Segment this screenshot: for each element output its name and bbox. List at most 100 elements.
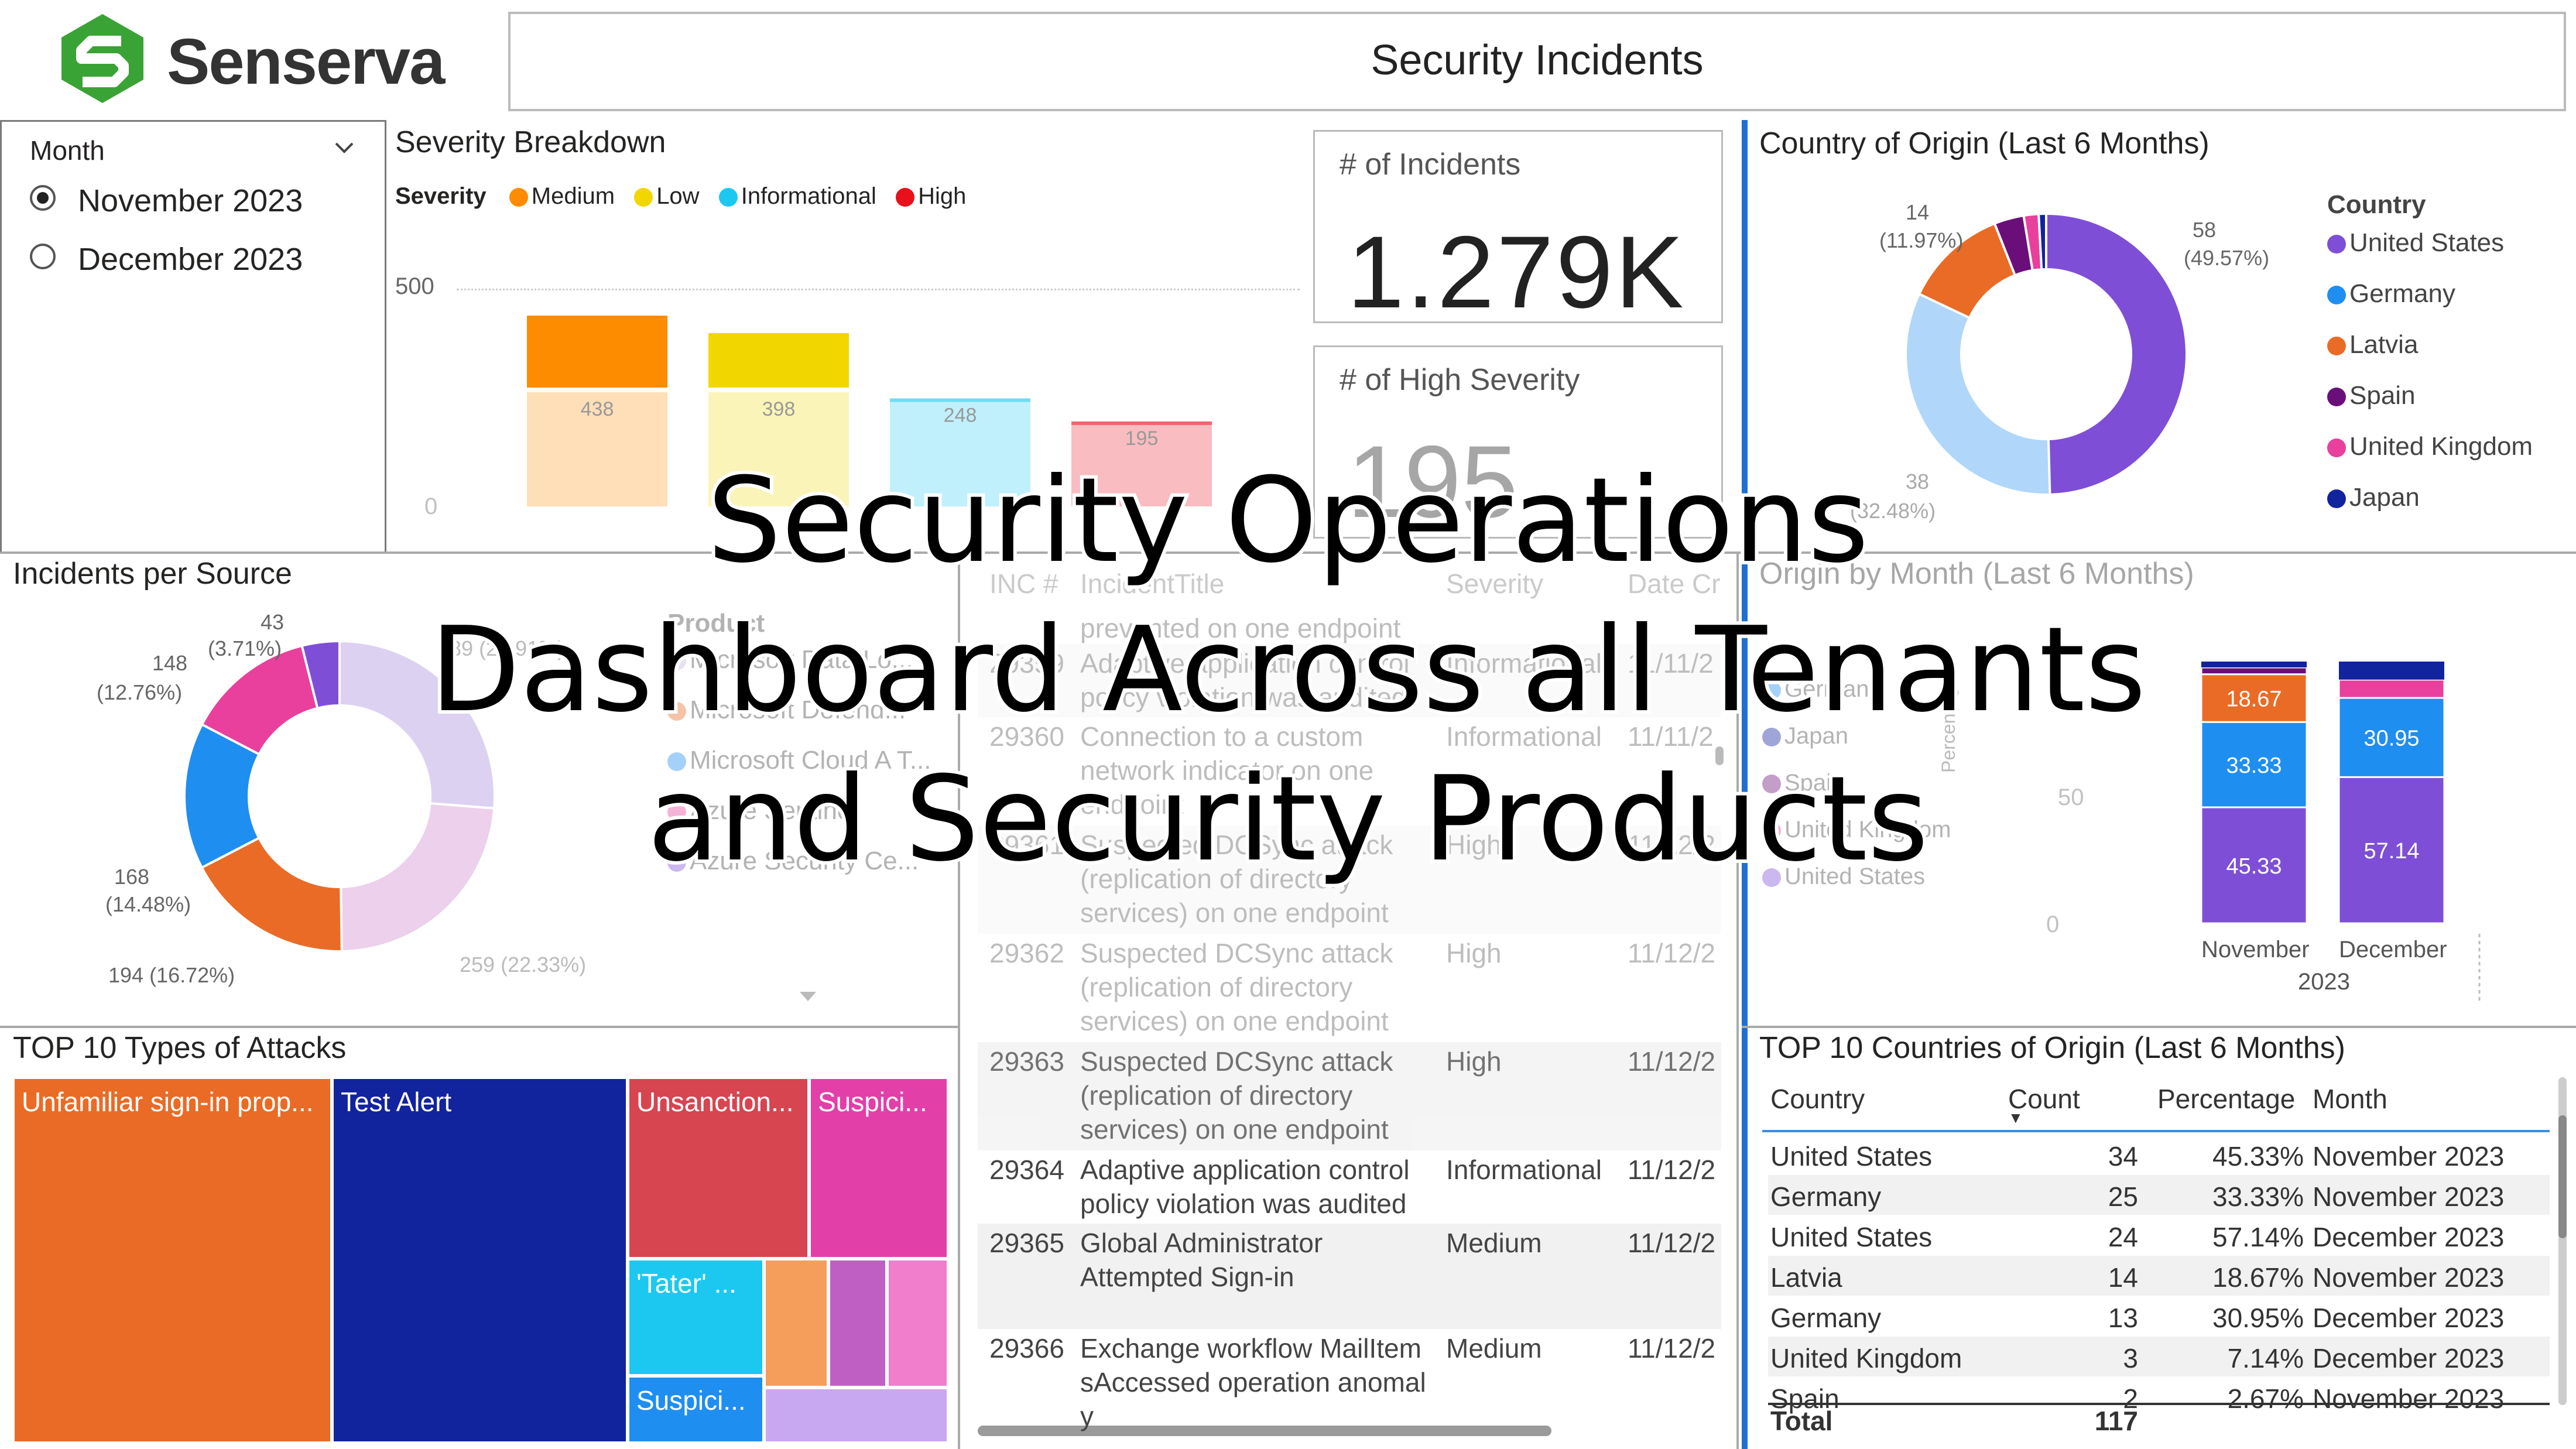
bar [527,316,667,388]
table-cell: Medium [1446,1333,1542,1364]
table-row[interactable]: 29366 Exchange workflow MailItem sAccesse… [978,1329,1721,1431]
table-cell: United States [1770,1141,1933,1171]
treemap-tile[interactable] [828,1259,887,1388]
country-legend-title: Country [2327,190,2426,219]
table-cell: 14 [2108,1262,2138,1293]
table-cell: December 2023 [2313,1222,2505,1252]
overlay-headline-line3: and Security Products [644,751,1932,888]
table-row[interactable]: United States 24 57.14% December 2023 [1768,1215,2550,1255]
table-cell: 7.14% [2227,1343,2304,1373]
data-label: (14.48%) [105,892,191,916]
table-row[interactable]: 29365 Global Administrator Attempted Sign… [978,1224,1721,1329]
table-row[interactable]: 29362 Suspected DCSync attack (replicatio… [978,934,1721,1042]
treemap-tile[interactable] [764,1259,828,1388]
month-option-december[interactable]: December 2023 [30,239,358,277]
vertical-scrollbar-thumb[interactable] [2558,1115,2567,1238]
legend-label: Latvia [2349,330,2419,359]
table-cell: United States [1770,1222,1933,1252]
table-cell: 25 [2108,1181,2138,1212]
table-row[interactable]: Germany 13 30.95% December 2023 [1768,1296,2550,1336]
top-countries-header: Country Count ▼ Percentage Month [1768,1077,2550,1126]
top-countries-title: TOP 10 Countries of Origin (Last 6 Month… [1759,1031,2345,1065]
legend-label: Germany [2349,279,2455,308]
kpi-incidents-card: # of Incidents 1.279K [1313,130,1723,323]
table-row[interactable]: United Kingdom 3 7.14% December 2023 [1768,1337,2550,1376]
header-divider [1762,1130,2550,1132]
table-cell: 11/12/2 [1628,1046,1716,1077]
legend-label: United Kingdom [2349,432,2533,461]
data-label: 58 [2193,218,2216,242]
treemap-tile[interactable]: 'Tater' ... [628,1259,764,1376]
table-cell: November 2023 [2313,1262,2505,1293]
legend-dot-icon [2327,286,2346,305]
total-value: 117 [2094,1406,2138,1436]
table-row[interactable]: Latvia 14 18.67% November 2023 [1768,1256,2550,1296]
table-cell: 29363 [989,1046,1064,1077]
x-tick-label: December [2339,937,2447,962]
table-cell: 45.33% [2212,1141,2304,1171]
month-slicer-label: Month [30,135,105,166]
table-cell: 29364 [989,1155,1064,1185]
treemap-tile[interactable] [887,1259,948,1388]
legend-dot-icon [2327,388,2346,407]
table-cell: Suspected DCSync attack (replication of … [1080,938,1393,1036]
table-cell: November 2023 [2313,1141,2505,1171]
kpi-high-label: # of High Severity [1340,363,1580,397]
treemap-tile[interactable]: Unsanction... [628,1077,809,1259]
data-label: 259 (22.33%) [460,953,586,977]
table-row[interactable]: Germany 25 33.33% November 2023 [1768,1175,2550,1215]
table-cell: Informational [1446,1155,1602,1185]
table-cell: Adaptive application control policy viol… [1080,1155,1410,1219]
radio-button[interactable] [30,244,56,269]
treemap-tile[interactable]: Suspici... [809,1077,948,1259]
table-row[interactable]: 29364 Adaptive application control policy… [978,1150,1721,1224]
data-label: 398 [762,398,796,420]
column-header-percentage[interactable]: Percentage [2157,1083,2295,1115]
column-header-country[interactable]: Country [1770,1083,1865,1115]
table-cell: High [1446,1046,1502,1077]
treemap-tile[interactable]: Test Alert [332,1077,628,1443]
table-row[interactable]: 29363 Suspected DCSync attack (replicatio… [978,1042,1721,1150]
total-row: Total 117 [1768,1403,2550,1445]
chevron-down-icon[interactable] [333,136,356,160]
month-option-november[interactable]: November 2023 [30,180,358,218]
treemap-tile[interactable]: Suspici... [628,1376,764,1443]
table-cell: 24 [2108,1222,2138,1252]
kpi-incidents-value: 1.279K [1347,215,1686,323]
sort-descending-icon[interactable]: ▼ [2008,1109,2023,1127]
table-cell: 3 [2123,1343,2138,1373]
top-attacks-panel: TOP 10 Types of Attacks Unfamiliar sign-… [0,1027,960,1449]
brand-name: Senserva [167,26,445,98]
overlay-headline-line2: Dashboard Across all Tenants [426,602,2149,738]
column-header-month[interactable]: Month [2313,1083,2387,1115]
bar [890,398,1030,402]
total-label: Total [1770,1406,1833,1436]
data-label: 194 (16.72%) [108,963,235,987]
kpi-incidents-label: # of Incidents [1340,148,1521,181]
data-label: 248 [944,404,977,426]
table-row[interactable]: United States 34 45.33% November 2023 [1768,1135,2550,1174]
table-cell: Germany [1770,1303,1882,1333]
table-cell: 29362 [989,938,1064,968]
table-cell: Medium [1446,1228,1542,1258]
table-cell: December 2023 [2313,1343,2505,1373]
legend-item: Latvia [2327,330,2533,381]
data-label: 438 [581,398,614,420]
table-cell: Latvia [1770,1262,1842,1293]
table-cell: 33.33% [2212,1181,2304,1212]
data-label: 195 [1125,427,1159,450]
scroll-down-icon[interactable] [797,989,818,1003]
legend-item: Germany [2327,279,2533,330]
data-label: (11.97%) [1879,228,1963,252]
treemap-tile[interactable] [764,1388,948,1443]
table-cell: 18.67% [2212,1262,2304,1293]
radio-button-selected[interactable] [30,185,56,211]
table-cell: 57.14% [2212,1222,2304,1252]
data-label: 14 [1906,200,1929,224]
table-cell: 11/12/2 [1628,1228,1716,1258]
table-cell: 13 [2108,1303,2138,1333]
donut-slice [2045,212,2188,496]
table-cell: 34 [2108,1141,2138,1171]
top-attacks-title: TOP 10 Types of Attacks [13,1031,347,1065]
treemap-tile[interactable]: Unfamiliar sign-in prop... [13,1077,332,1443]
